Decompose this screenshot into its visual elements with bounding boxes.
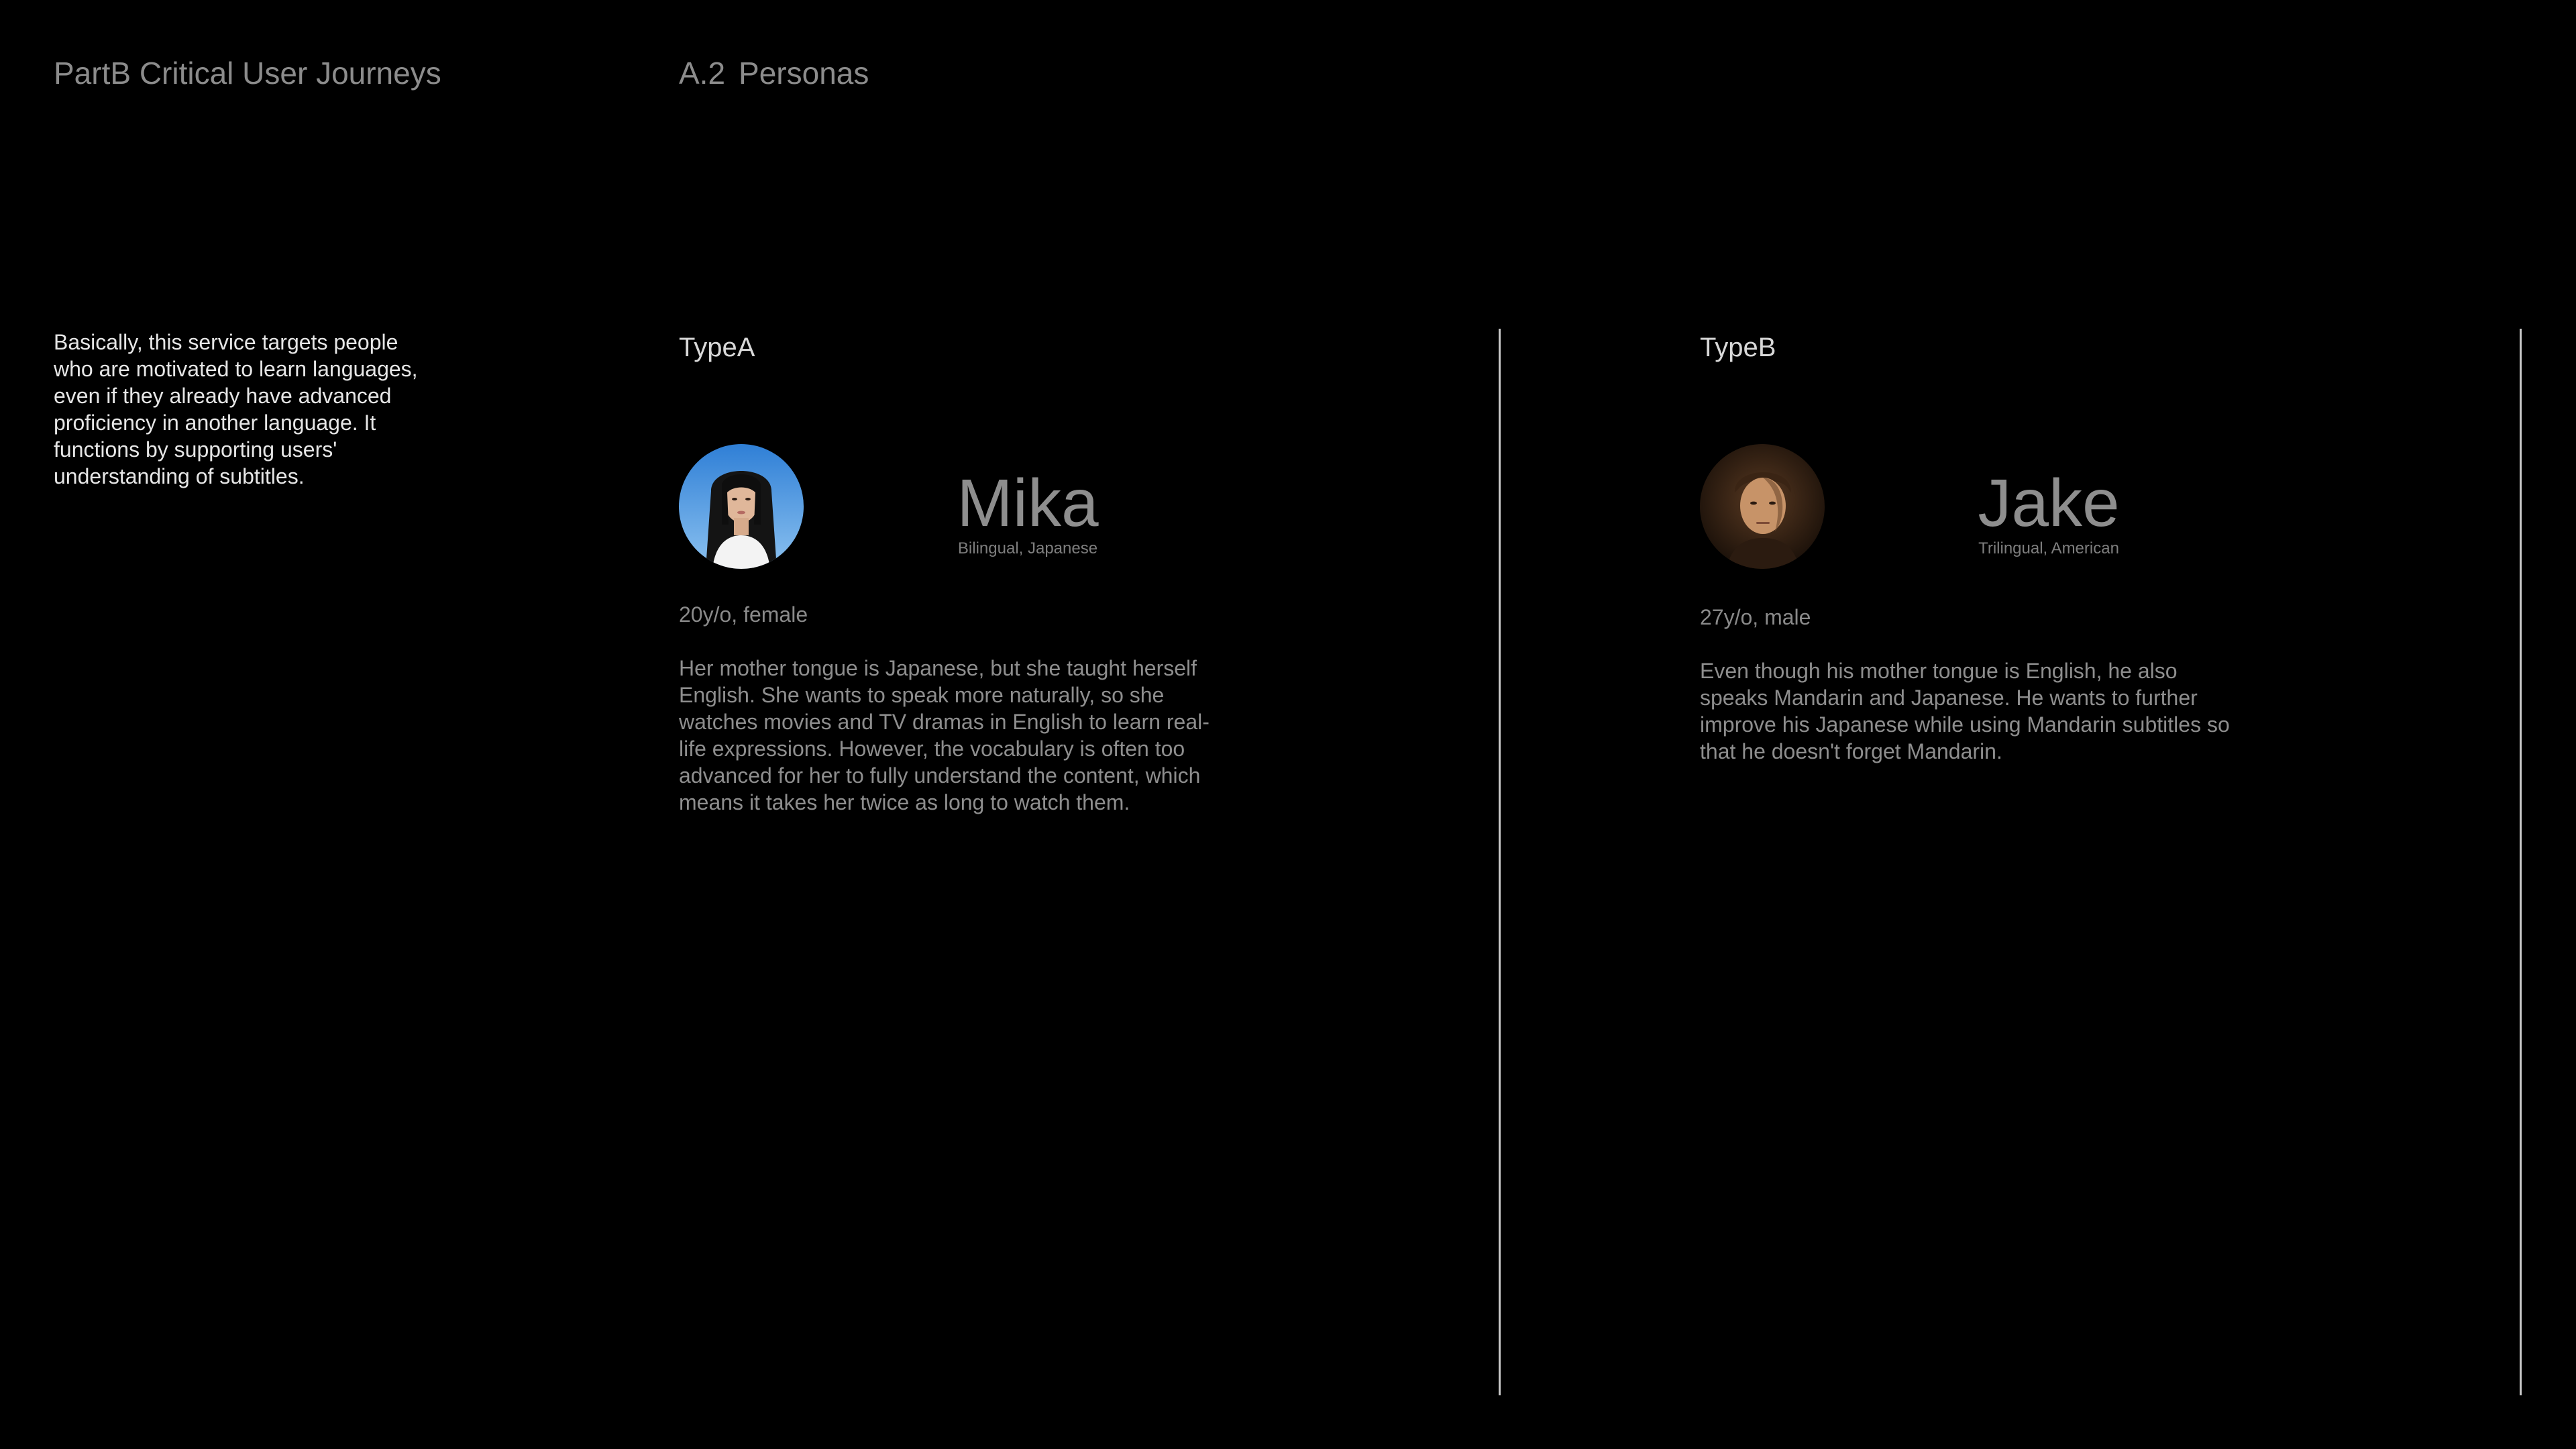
- avatar-woman-illustration: [679, 444, 804, 569]
- section-title: Personas: [739, 56, 869, 91]
- column-divider-right: [2520, 329, 2522, 1395]
- persona-type-label: TypeB: [1700, 333, 1776, 362]
- persona-name-block: Mika Bilingual, Japanese: [947, 470, 1108, 558]
- persona-tagline: Bilingual, Japanese: [957, 539, 1098, 557]
- persona-bio: Her mother tongue is Japanese, but she t…: [679, 656, 1210, 814]
- section-heading: A.2 Personas: [679, 55, 869, 91]
- intro-paragraph: Basically, this service targets people w…: [54, 330, 418, 488]
- persona-bio: Even though his mother tongue is English…: [1700, 659, 2230, 763]
- persona-type-label: TypeA: [679, 333, 755, 362]
- persona-name: Jake: [1978, 466, 2120, 541]
- column-divider: [1499, 329, 1501, 1395]
- avatar-photo-man-icon: [1700, 444, 1825, 569]
- avatar-man-illustration: [1700, 444, 1825, 569]
- avatar-photo-woman-icon: [679, 444, 804, 569]
- persona-name-block: Jake Trilingual, American: [1968, 470, 2129, 558]
- persona-name: Mika: [957, 466, 1099, 541]
- section-number: A.2: [679, 56, 726, 91]
- persona-card-a: TypeA Mika Bilingual, Japanese 20y/o, fe…: [679, 329, 1269, 1134]
- persona-age: 27y/o, male: [1700, 605, 1811, 629]
- page-title: PartB Critical User Journeys: [54, 56, 441, 91]
- persona-tagline: Trilingual, American: [1978, 539, 2119, 557]
- persona-age: 20y/o, female: [679, 602, 808, 627]
- persona-card-b: TypeB Jake Trilingual, American 27y/o, m…: [1700, 329, 2290, 1134]
